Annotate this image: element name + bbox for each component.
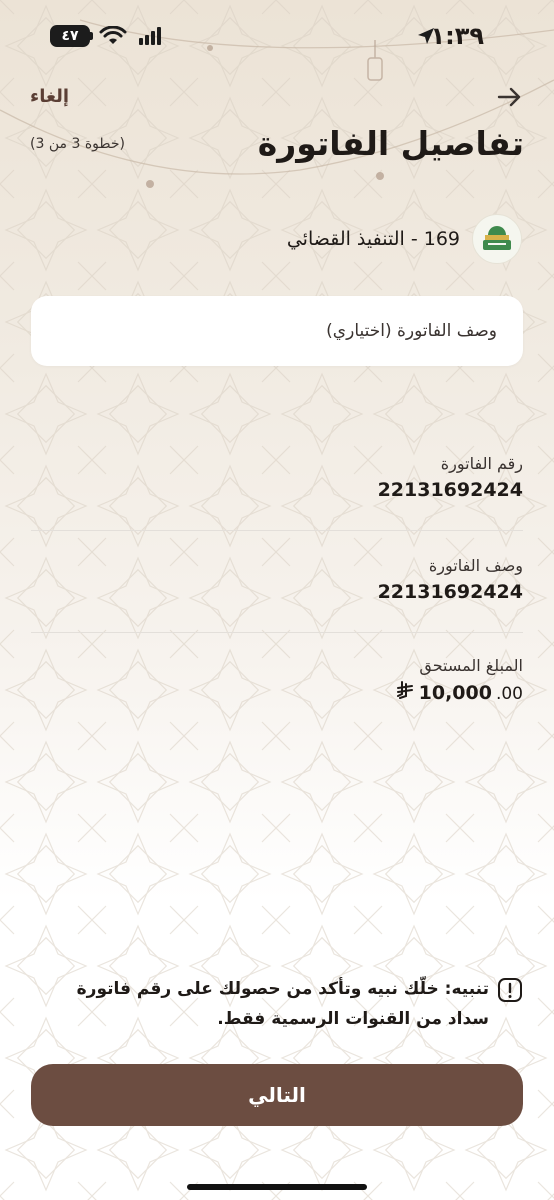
biller-name: 169 - التنفيذ القضائي xyxy=(286,228,460,250)
bill-description-label: وصف الفاتورة xyxy=(428,556,523,575)
wifi-icon xyxy=(99,26,127,44)
amount-due-label: المبلغ المستحق xyxy=(419,656,523,675)
back-arrow-icon[interactable] xyxy=(496,84,522,110)
cancel-button[interactable]: إلغاء xyxy=(30,86,69,107)
warning-notice: تنبيه: خلّك نبيه وتأكد من حصولك على رقم … xyxy=(31,974,523,1034)
bill-number-value: 22131692424 xyxy=(377,479,523,501)
home-indicator xyxy=(187,1184,367,1190)
bill-description-row: وصف الفاتورة 22131692424 xyxy=(31,556,523,603)
saudi-riyal-icon xyxy=(396,681,413,699)
cellular-signal-icon xyxy=(139,27,161,45)
next-button[interactable]: التالي xyxy=(31,1064,523,1126)
amount-due-value: 10,000.00 xyxy=(31,681,523,704)
bill-number-label: رقم الفاتورة xyxy=(440,454,523,473)
bill-description-value: 22131692424 xyxy=(377,581,523,603)
battery-tip xyxy=(90,32,93,40)
battery-icon: ٤٧ xyxy=(50,25,90,47)
amount-value: 10,000.00 xyxy=(396,681,523,704)
page-title: تفاصيل الفاتورة xyxy=(257,124,524,163)
ministry-emblem-icon xyxy=(483,226,511,250)
divider xyxy=(31,530,523,531)
amount-decimal: .00 xyxy=(495,684,523,704)
biller-logo xyxy=(472,214,522,264)
status-bar: ٤٧ ١:٣٩ xyxy=(0,18,554,58)
amount-integer: 10,000 xyxy=(418,682,492,704)
alert-icon xyxy=(498,978,522,1002)
battery-level: ٤٧ xyxy=(61,28,79,44)
bill-number-row: رقم الفاتورة 22131692424 xyxy=(31,454,523,501)
amount-due-row: المبلغ المستحق 10,000.00 xyxy=(31,656,523,704)
status-time: ١:٣٩ xyxy=(430,22,484,50)
bill-description-input[interactable] xyxy=(31,296,523,366)
step-indicator: (خطوة 3 من 3) xyxy=(30,136,125,152)
bill-description-input-container xyxy=(31,296,523,366)
divider xyxy=(31,632,523,633)
warning-text: تنبيه: خلّك نبيه وتأكد من حصولك على رقم … xyxy=(76,979,489,1029)
